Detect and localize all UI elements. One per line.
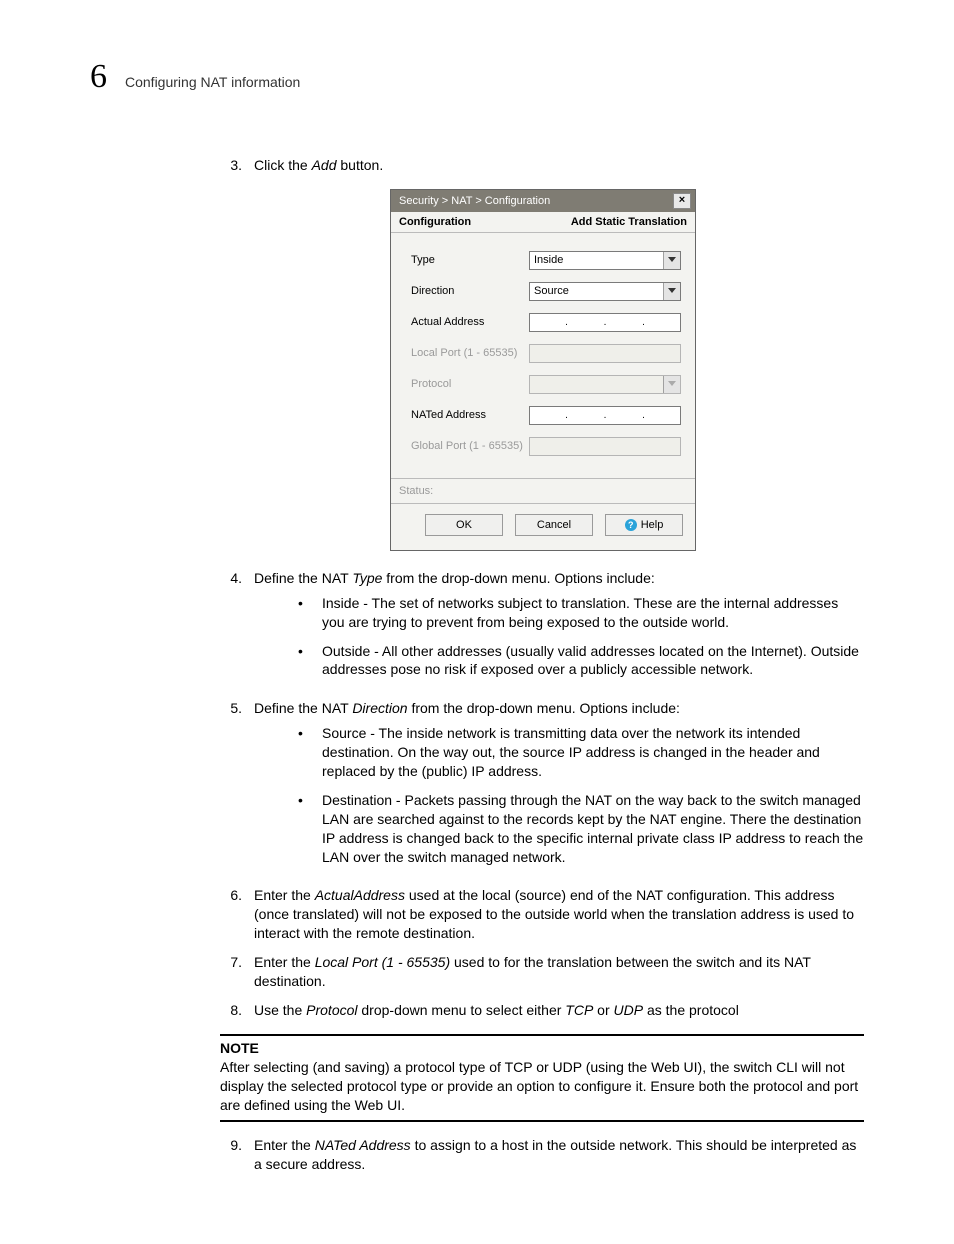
dialog-subheader-right: Add Static Translation [571, 216, 687, 228]
list-item: Source - The inside network is transmitt… [298, 724, 864, 781]
help-button[interactable]: ? Help [605, 514, 683, 536]
protocol-select[interactable] [529, 375, 681, 394]
step-5: 5. Define the NAT Direction from the dro… [220, 699, 864, 876]
actual-address-input[interactable]: . . . [529, 313, 681, 332]
divider [220, 1034, 864, 1036]
close-icon[interactable]: × [673, 193, 691, 209]
note-title: NOTE [220, 1040, 864, 1056]
type-label: Type [411, 254, 529, 266]
help-icon: ? [625, 519, 637, 531]
direction-select[interactable]: Source [529, 282, 681, 301]
chevron-down-icon [663, 376, 680, 393]
note-block: NOTE After selecting (and saving) a prot… [220, 1034, 864, 1123]
step-number: 5. [220, 699, 242, 876]
chapter-number: 6 [90, 58, 107, 96]
dialog-subheader-left: Configuration [399, 216, 471, 228]
local-port-input[interactable] [529, 344, 681, 363]
step-8: 8. Use the Protocol drop-down menu to se… [220, 1001, 864, 1020]
list-item: Inside - The set of networks subject to … [298, 594, 864, 632]
step-4: 4. Define the NAT Type from the drop-dow… [220, 569, 864, 689]
type-select[interactable]: Inside [529, 251, 681, 270]
list-item: Destination - Packets passing through th… [298, 791, 864, 867]
step-6: 6. Enter the ActualAddress used at the l… [220, 886, 864, 943]
protocol-label: Protocol [411, 378, 529, 390]
global-port-input[interactable] [529, 437, 681, 456]
step-number: 9. [220, 1136, 242, 1174]
chevron-down-icon [663, 283, 680, 300]
step-number: 4. [220, 569, 242, 689]
step-3: 3. Click the Add button. [220, 156, 864, 175]
nated-address-label: NATed Address [411, 409, 529, 421]
step-7: 7. Enter the Local Port (1 - 65535) used… [220, 953, 864, 991]
step-number: 7. [220, 953, 242, 991]
divider [220, 1120, 864, 1122]
cancel-button[interactable]: Cancel [515, 514, 593, 536]
actual-address-label: Actual Address [411, 316, 529, 328]
dialog-subheader: Configuration Add Static Translation [391, 212, 695, 233]
step-9: 9. Enter the NATed Address to assign to … [220, 1136, 864, 1174]
global-port-label: Global Port (1 - 65535) [411, 440, 529, 452]
ok-button[interactable]: OK [425, 514, 503, 536]
step-number: 6. [220, 886, 242, 943]
note-body: After selecting (and saving) a protocol … [220, 1058, 864, 1115]
status-bar: Status: [391, 478, 695, 503]
nated-address-input[interactable]: . . . [529, 406, 681, 425]
list-item: Outside - All other addresses (usually v… [298, 642, 864, 680]
page-header: 6 Configuring NAT information [90, 58, 864, 96]
step-number: 8. [220, 1001, 242, 1020]
local-port-label: Local Port (1 - 65535) [411, 347, 529, 359]
breadcrumb: Security > NAT > Configuration [399, 195, 550, 207]
add-static-translation-dialog: Security > NAT > Configuration × Configu… [390, 189, 696, 551]
chapter-title: Configuring NAT information [125, 74, 300, 90]
direction-label: Direction [411, 285, 529, 297]
chevron-down-icon [663, 252, 680, 269]
step-number: 3. [220, 156, 242, 175]
dialog-titlebar: Security > NAT > Configuration × [391, 190, 695, 212]
